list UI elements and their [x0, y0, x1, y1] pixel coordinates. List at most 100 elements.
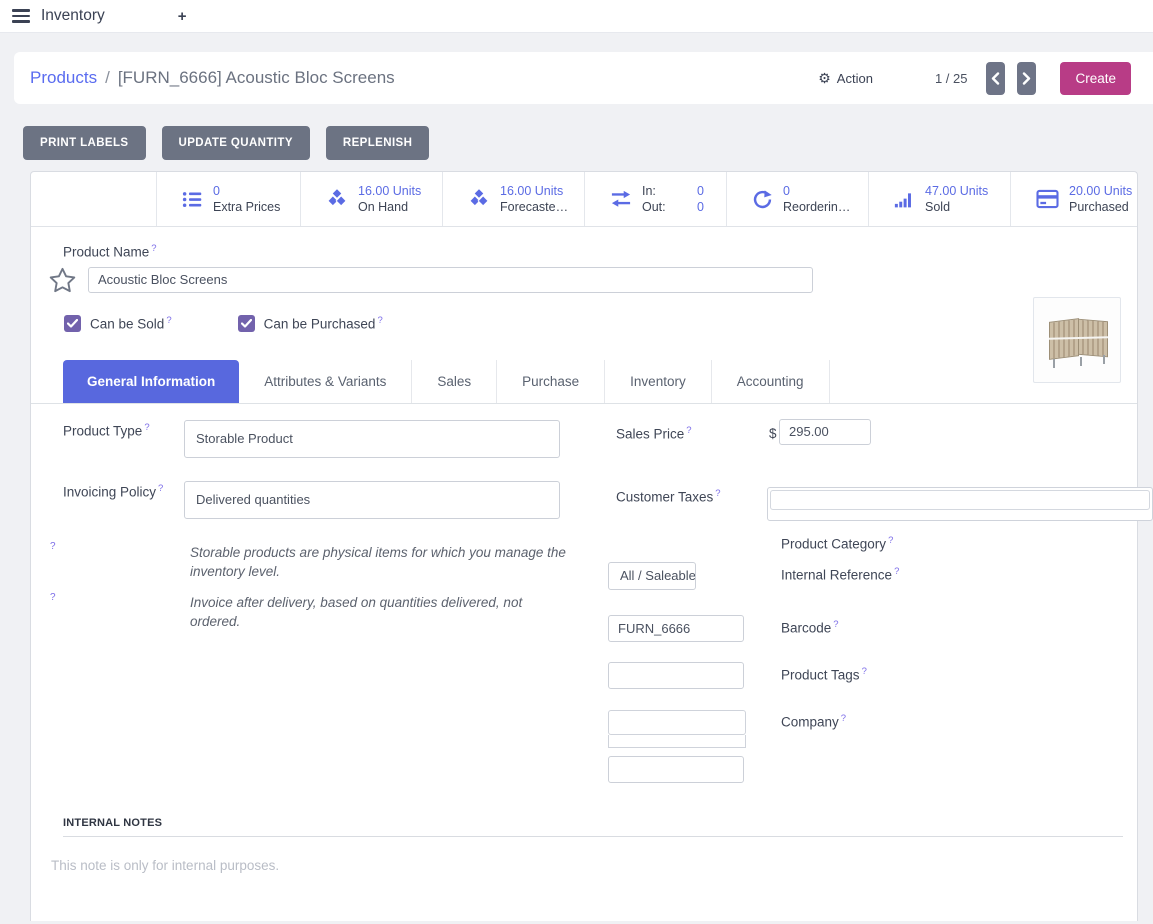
breadcrumb-products-link[interactable]: Products [30, 68, 97, 88]
breadcrumb: Products / [FURN_6666] Acoustic Bloc Scr… [30, 68, 395, 88]
breadcrumb-current: [FURN_6666] Acoustic Bloc Screens [118, 68, 395, 88]
tab-attributes-variants[interactable]: Attributes & Variants [239, 360, 412, 403]
favorite-star-icon[interactable] [49, 267, 76, 293]
internal-reference-input[interactable] [608, 615, 744, 642]
update-quantity-button[interactable]: UPDATE QUANTITY [162, 126, 310, 160]
invoicing-policy-label: Invoicing Policy? [63, 483, 163, 500]
stat-label: Extra Prices [213, 199, 280, 215]
help-mark: ? [715, 488, 720, 499]
create-button[interactable]: Create [1060, 62, 1131, 95]
tab-inventory[interactable]: Inventory [605, 360, 712, 403]
stat-label: Sold [925, 199, 988, 215]
can-be-sold-checkbox[interactable] [64, 315, 81, 332]
help-mark: ? [841, 713, 846, 724]
can-be-purchased-checkbox[interactable] [238, 315, 255, 332]
product-type-label: Product Type? [63, 422, 150, 439]
invoicing-help-text: Invoice after delivery, based on quantit… [190, 593, 572, 632]
chevron-left-icon [991, 72, 1000, 85]
help-mark: ? [151, 243, 156, 254]
stat-reordering[interactable]: 0Reorderin… [727, 172, 869, 226]
product-header: Product Name? Can be Sold? Can be Purcha… [31, 227, 1137, 332]
toolbar: PRINT LABELS UPDATE QUANTITY REPLENISH [23, 126, 1153, 160]
stat-value: 16.00 Units [500, 183, 568, 199]
barcode-label: Barcode? [781, 619, 839, 636]
customer-taxes-input[interactable] [767, 487, 1153, 521]
plus-icon[interactable]: + [178, 8, 187, 25]
invoicing-policy-select[interactable]: Delivered quantities [184, 481, 560, 519]
breadcrumb-separator: / [105, 68, 110, 88]
bar-chart-icon [894, 189, 915, 210]
currency-symbol: $ [769, 426, 777, 441]
sales-price-input[interactable] [779, 419, 871, 445]
pager-previous-button[interactable] [986, 62, 1005, 95]
form-sheet: 0Extra Prices 16.00 UnitsOn Hand 16.00 U… [30, 171, 1138, 921]
refresh-icon [752, 189, 773, 210]
menu-icon[interactable] [12, 9, 30, 23]
sales-price-label: Sales Price? [616, 425, 692, 442]
replenish-button[interactable]: REPLENISH [326, 126, 429, 160]
list-icon [182, 189, 203, 210]
help-mark: ? [144, 422, 149, 433]
internal-notes-textarea[interactable]: This note is only for internal purposes. [51, 858, 1137, 873]
check-icon [241, 319, 252, 328]
stat-button-row: 0Extra Prices 16.00 UnitsOn Hand 16.00 U… [31, 172, 1137, 227]
tab-accounting[interactable]: Accounting [712, 360, 830, 403]
product-type-select[interactable]: Storable Product [184, 420, 560, 458]
help-mark: ? [166, 315, 171, 326]
help-mark: ? [686, 425, 691, 436]
exchange-icon [610, 189, 632, 209]
tab-sales[interactable]: Sales [412, 360, 497, 403]
product-name-label: Product Name? [63, 243, 1137, 260]
storable-help-text: Storable products are physical items for… [190, 543, 572, 582]
help-mark: ? [377, 315, 382, 326]
stat-label: On Hand [358, 199, 421, 215]
internal-notes-title: INTERNAL NOTES [63, 817, 1137, 829]
stat-in-out[interactable]: In:0 Out:0 [585, 172, 727, 226]
stat-value: 20.00 Units [1069, 183, 1132, 199]
app-menu-title[interactable]: Inventory [41, 7, 105, 25]
stat-extra-prices[interactable]: 0Extra Prices [157, 172, 301, 226]
tab-purchase[interactable]: Purchase [497, 360, 605, 403]
help-mark: ? [158, 483, 163, 494]
control-panel: Products / [FURN_6666] Acoustic Bloc Scr… [14, 52, 1153, 104]
credit-card-icon [1036, 189, 1059, 209]
general-information-panel: Product Type? Storable Product Invoicing… [31, 415, 1137, 797]
in-value: 0 [697, 183, 704, 199]
stat-label: Purchased [1069, 199, 1132, 215]
stat-value: 47.00 Units [925, 183, 988, 199]
stat-purchased[interactable]: 20.00 UnitsPurchased [1011, 172, 1137, 226]
customer-taxes-label: Customer Taxes? [616, 488, 721, 505]
print-labels-button[interactable]: PRINT LABELS [23, 126, 146, 160]
barcode-input[interactable] [608, 662, 744, 689]
notebook-tabs: General Information Attributes & Variant… [31, 360, 1137, 404]
help-mark: ? [833, 619, 838, 630]
pager-next-button[interactable] [1017, 62, 1036, 95]
product-category-select[interactable]: All / Saleable [608, 562, 696, 590]
stat-sold[interactable]: 47.00 UnitsSold [869, 172, 1011, 226]
action-menu-button[interactable]: ⚙ Action [818, 71, 873, 86]
cubes-icon [468, 188, 490, 210]
company-label: Company? [781, 713, 846, 730]
action-label: Action [837, 71, 873, 86]
product-tags-input[interactable] [608, 710, 746, 748]
stat-value: 16.00 Units [358, 183, 421, 199]
can-be-purchased-label: Can be Purchased? [264, 315, 383, 332]
internal-reference-label: Internal Reference? [781, 566, 899, 583]
product-name-input[interactable] [88, 267, 813, 293]
top-navbar: Inventory + [0, 0, 1153, 33]
tab-general-information[interactable]: General Information [63, 360, 239, 403]
check-icon [67, 319, 78, 328]
company-input[interactable] [608, 756, 744, 783]
internal-notes-section: INTERNAL NOTES This note is only for int… [31, 817, 1137, 873]
section-divider [63, 836, 1123, 837]
gear-icon: ⚙ [818, 71, 831, 85]
product-tags-label: Product Tags? [781, 666, 867, 683]
stat-label: Forecaste… [500, 199, 568, 215]
can-be-sold-label: Can be Sold? [90, 315, 172, 332]
product-image[interactable] [1033, 297, 1121, 383]
stat-on-hand[interactable]: 16.00 UnitsOn Hand [301, 172, 443, 226]
pager-counter: 1 / 25 [935, 71, 968, 86]
stat-forecasted[interactable]: 16.00 UnitsForecaste… [443, 172, 585, 226]
acoustic-screens-graphic [1047, 320, 1109, 366]
help-mark: ? [50, 541, 56, 552]
